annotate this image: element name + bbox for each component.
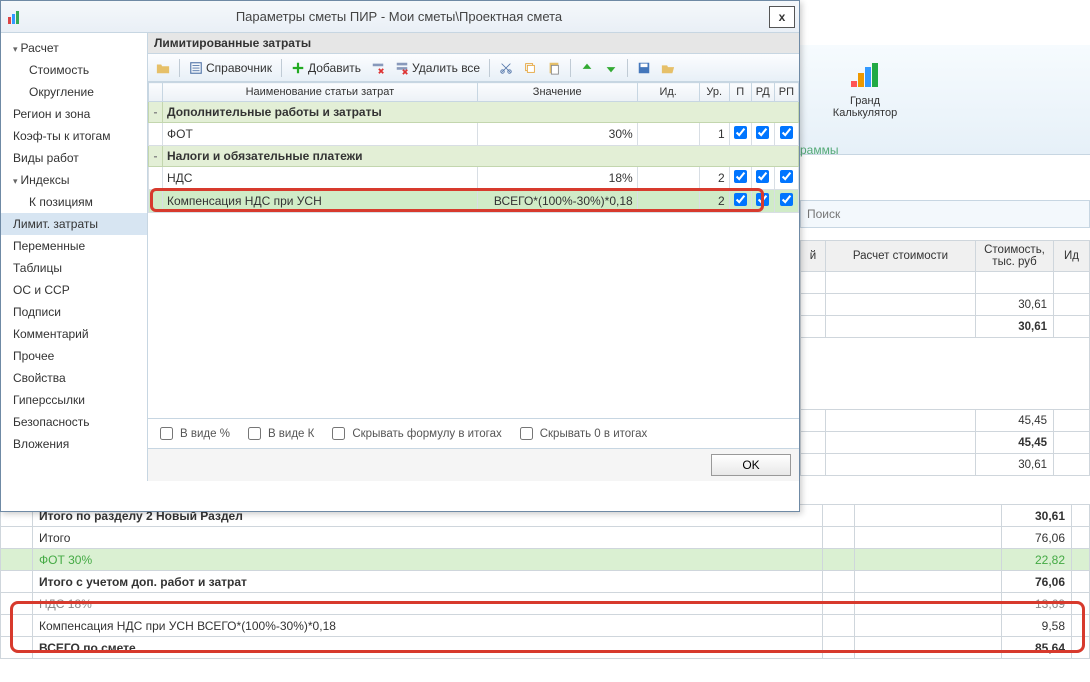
col-p[interactable]: П (729, 83, 751, 102)
search-input[interactable] (801, 204, 1089, 224)
close-button[interactable]: x (769, 6, 795, 28)
col-h0[interactable]: й (801, 241, 826, 272)
tab-programs[interactable]: раммы (800, 143, 838, 157)
tree-item[interactable]: Лимит. затраты (1, 213, 147, 235)
dialog-footer: OK (148, 449, 799, 481)
sheet-row[interactable]: НДС 18%13,69 (1, 593, 1090, 615)
sheet-row[interactable]: ФОТ 30%22,82 (1, 549, 1090, 571)
table-row[interactable]: ФОТ30%1 (149, 123, 799, 146)
tree-item[interactable]: Расчет (1, 37, 147, 59)
tree-item[interactable]: Переменные (1, 235, 147, 257)
tree-item[interactable]: Таблицы (1, 257, 147, 279)
calc-label-1: Гранд (830, 95, 900, 107)
cell[interactable]: 45,45 (976, 410, 1054, 432)
tree-item[interactable]: Индексы (1, 169, 147, 191)
cell[interactable]: 45,45 (976, 432, 1054, 454)
open-button[interactable] (657, 59, 679, 77)
cut-button[interactable] (495, 59, 517, 77)
title-bar[interactable]: Параметры сметы ПИР - Мои сметы\Проектна… (1, 1, 799, 33)
paste-button[interactable] (543, 59, 565, 77)
toolbar: Справочник Добавить Удалить все (148, 54, 799, 82)
tree-item[interactable]: Коэф-ты к итогам (1, 125, 147, 147)
opt-percent[interactable]: В виде % (156, 424, 230, 443)
expander-icon[interactable]: - (149, 102, 163, 123)
cell[interactable]: 30,61 (976, 316, 1054, 338)
cell[interactable]: 30,61 (976, 294, 1054, 316)
checkbox[interactable] (734, 170, 747, 183)
sheet-row[interactable]: Компенсация НДС при УСН ВСЕГО*(100%-30%)… (1, 615, 1090, 637)
checkbox[interactable] (734, 126, 747, 139)
checkbox[interactable] (780, 126, 793, 139)
col-rp[interactable]: РП (774, 83, 798, 102)
delete-row-button[interactable] (367, 59, 389, 77)
tree-item[interactable]: Гиперссылки (1, 389, 147, 411)
calculator-button[interactable]: Гранд Калькулятор (830, 63, 900, 119)
sheet-row[interactable]: Итого76,06 (1, 527, 1090, 549)
tree-item[interactable]: Свойства (1, 367, 147, 389)
add-button[interactable]: Добавить (287, 59, 365, 77)
checkbox[interactable] (780, 170, 793, 183)
ok-button[interactable]: OK (711, 454, 791, 476)
opt-k[interactable]: В виде К (244, 424, 314, 443)
table-row[interactable]: Компенсация НДС при УСНВСЕГО*(100%-30%)*… (149, 190, 799, 213)
nav-tree: РасчетСтоимостьОкруглениеРегион и зонаКо… (1, 33, 148, 481)
calculator-icon (851, 63, 879, 91)
move-up-button[interactable] (576, 59, 598, 77)
folder-button[interactable] (152, 59, 174, 77)
calc-label-2: Калькулятор (830, 107, 900, 119)
col-level[interactable]: Ур. (699, 83, 729, 102)
options-row: В виде % В виде К Скрывать формулу в ито… (148, 419, 799, 449)
table-row[interactable]: -Дополнительные работы и затраты (149, 102, 799, 123)
tree-item[interactable]: Округление (1, 81, 147, 103)
tree-item[interactable]: Виды работ (1, 147, 147, 169)
opt-hide-formula[interactable]: Скрывать формулу в итогах (328, 424, 501, 443)
col-value[interactable]: Значение (477, 83, 637, 102)
tree-item[interactable]: Вложения (1, 433, 147, 455)
search-bar (800, 200, 1090, 228)
sheet-row[interactable]: Итого с учетом доп. работ и затрат76,06 (1, 571, 1090, 593)
checkbox[interactable] (734, 193, 747, 206)
app-icon (7, 9, 23, 25)
opt-hide-zero[interactable]: Скрывать 0 в итогах (516, 424, 648, 443)
tree-item[interactable]: Регион и зона (1, 103, 147, 125)
delete-all-button[interactable]: Удалить все (391, 59, 484, 77)
tree-item[interactable]: Стоимость (1, 59, 147, 81)
copy-button[interactable] (519, 59, 541, 77)
costs-grid: Наименование статьи затрат Значение Ид. … (148, 82, 799, 419)
move-down-button[interactable] (600, 59, 622, 77)
sheet-rows: Итого по разделу 2 Новый Раздел30,61Итог… (0, 504, 1090, 659)
tree-item[interactable]: Безопасность (1, 411, 147, 433)
expander-icon[interactable]: - (149, 146, 163, 167)
tree-item[interactable]: Подписи (1, 301, 147, 323)
col-h1[interactable]: Расчет стоимости (826, 241, 976, 272)
checkbox[interactable] (756, 126, 769, 139)
cell[interactable]: 30,61 (976, 454, 1054, 476)
section-header: Лимитированные затраты (148, 33, 799, 54)
save-button[interactable] (633, 59, 655, 77)
checkbox[interactable] (780, 193, 793, 206)
col-rd[interactable]: РД (751, 83, 774, 102)
checkbox[interactable] (756, 193, 769, 206)
dialog-title: Параметры сметы ПИР - Мои сметы\Проектна… (29, 9, 769, 24)
ribbon-panel: Гранд Калькулятор раммы (800, 45, 1090, 155)
table-row[interactable]: -Налоги и обязательные платежи (149, 146, 799, 167)
right-grid: й Расчет стоимости Стоимость, тыс. руб И… (800, 240, 1090, 476)
checkbox[interactable] (756, 170, 769, 183)
col-id[interactable]: Ид. (637, 83, 699, 102)
col-h3[interactable]: Ид (1054, 241, 1090, 272)
table-row[interactable]: НДС18%2 (149, 167, 799, 190)
sheet-row[interactable]: ВСЕГО по смете85,64 (1, 637, 1090, 659)
tree-item[interactable]: ОС и ССР (1, 279, 147, 301)
reference-button[interactable]: Справочник (185, 59, 276, 77)
tree-item[interactable]: Комментарий (1, 323, 147, 345)
modal-dialog: Параметры сметы ПИР - Мои сметы\Проектна… (0, 0, 800, 512)
col-h2[interactable]: Стоимость, тыс. руб (976, 241, 1054, 272)
tree-item[interactable]: Прочее (1, 345, 147, 367)
col-name[interactable]: Наименование статьи затрат (163, 83, 478, 102)
tree-item[interactable]: К позициям (1, 191, 147, 213)
